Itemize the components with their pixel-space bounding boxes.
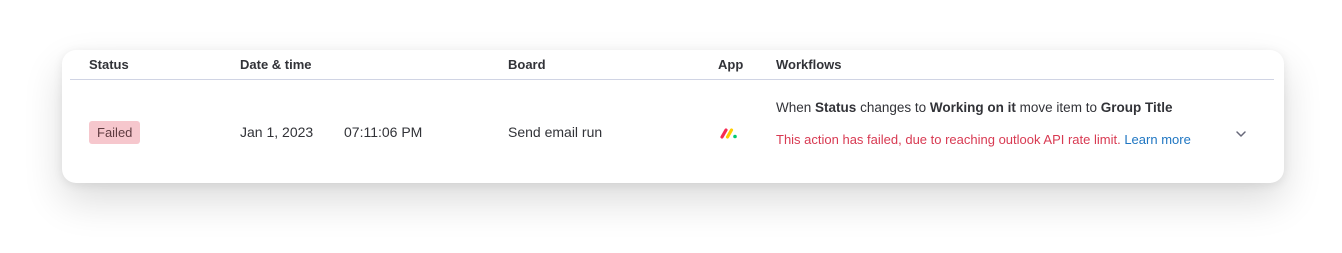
status-badge: Failed [89,121,141,144]
monday-logo-icon [720,126,738,139]
header-app: App [718,57,744,72]
workflow-status-column: Status [815,100,857,115]
date-cell: Jan 1, 2023 [240,124,314,140]
workflow-error-message: This action has failed, due to reaching … [776,129,1206,150]
workflow-move-item-to: move item to [1019,100,1097,115]
learn-more-link[interactable]: Learn more [1124,132,1190,147]
workflow-target-status: Working on it [929,100,1016,115]
board-cell[interactable]: Send email run [508,124,602,140]
workflow-when: When [776,100,812,115]
header-workflows: Workflows [776,57,842,72]
workflow-changes-to: changes to [860,100,927,115]
header-status: Status [89,57,129,72]
header-date-time: Date & time [240,57,312,72]
table-header: Status Date & time Board App Workflows [70,50,1274,80]
time-cell: 07:11:06 PM [344,124,423,140]
workflow-description: When Status changes to Working on it mov… [776,100,1172,115]
table-row[interactable]: Failed Jan 1, 2023 07:11:06 PM Send emai… [62,80,1284,183]
automation-activity-table: Status Date & time Board App Workflows F… [62,50,1284,183]
header-board: Board [508,57,546,72]
workflow-group: Group Title [1100,100,1173,115]
chevron-down-icon[interactable] [1234,126,1248,137]
error-text: This action has failed, due to reaching … [776,132,1121,147]
